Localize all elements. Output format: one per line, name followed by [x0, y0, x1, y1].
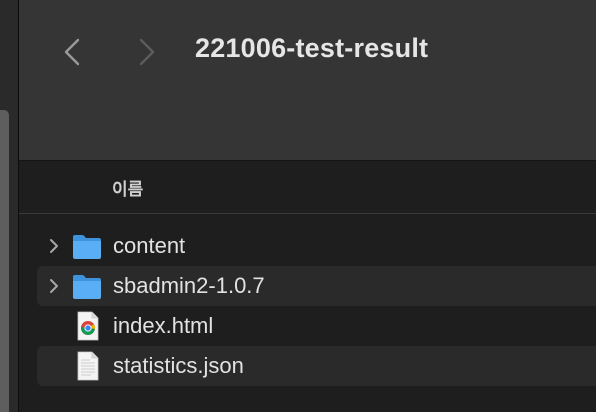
- file-list: content sbadmin2-1.0.7 index.html statis…: [19, 226, 596, 386]
- file-name: sbadmin2-1.0.7: [113, 273, 265, 298]
- back-button[interactable]: [57, 32, 87, 72]
- file-name: statistics.json: [113, 353, 244, 378]
- finder-window: 221006-test-result 이름 content sbadmin2-1…: [0, 0, 596, 412]
- sidebar-scrollbar[interactable]: [0, 110, 9, 412]
- name-column-header[interactable]: 이름: [112, 175, 143, 200]
- chevron-right-icon[interactable]: [47, 278, 61, 294]
- chevron-right-icon: [139, 38, 155, 66]
- list-item[interactable]: index.html: [19, 306, 596, 346]
- chrome-document-icon: [77, 311, 99, 341]
- forward-button[interactable]: [132, 32, 162, 72]
- list-item[interactable]: content: [19, 226, 596, 266]
- file-name: content: [113, 233, 186, 258]
- chevron-left-icon: [64, 38, 80, 66]
- document-icon: [77, 351, 99, 381]
- folder-icon: [73, 275, 101, 299]
- window-title: 221006-test-result: [195, 33, 429, 63]
- toolbar: 221006-test-result: [19, 0, 596, 161]
- folder-icon: [73, 235, 101, 259]
- column-header: 이름: [19, 161, 596, 214]
- file-name: index.html: [113, 313, 214, 338]
- chevron-right-icon[interactable]: [47, 238, 61, 254]
- list-item[interactable]: sbadmin2-1.0.7: [19, 266, 596, 306]
- sidebar: [0, 0, 19, 412]
- list-item[interactable]: statistics.json: [19, 346, 596, 386]
